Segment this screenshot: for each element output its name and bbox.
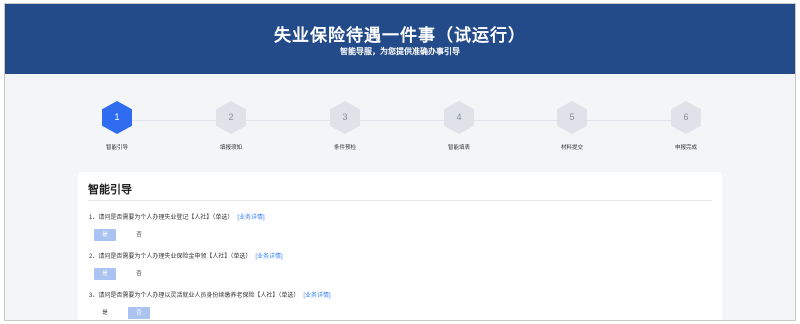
- step-3-badge: 3: [330, 101, 360, 134]
- step-5-label: 材料提交: [560, 145, 583, 151]
- question-1-text: 1、请问是否需要为个人办理失业登记【人社】（单选）: [89, 215, 234, 221]
- step-6[interactable]: 6 申报完成: [656, 101, 716, 151]
- step-2[interactable]: 2 填报须知: [201, 101, 261, 151]
- question-3-detail-link[interactable]: [业务详情]: [303, 293, 330, 299]
- step-4-badge: 4: [444, 101, 474, 134]
- step-4[interactable]: 4 智能填表: [429, 101, 489, 151]
- divider: [88, 200, 712, 201]
- page-frame: 失业保险待遇一件事（试运行） 智能导服，为您提供准确办事引导 1 智能引导 2 …: [4, 3, 796, 321]
- question-1-detail-link[interactable]: [业务详情]: [237, 215, 264, 221]
- question-3-text: 3、请问是否需要为个人办理以灵活就业人员身份续缴养老保险【人社】（单选）: [89, 293, 300, 299]
- step-1-badge: 1: [102, 101, 132, 134]
- question-3: 3、请问是否需要为个人办理以灵活就业人员身份续缴养老保险【人社】（单选） [业务详…: [89, 290, 331, 299]
- step-6-badge: 6: [671, 101, 701, 134]
- step-1-label: 智能引导: [105, 145, 128, 151]
- question-3-option-yes[interactable]: 是: [94, 307, 116, 319]
- question-2-text: 2、请问是否需要为个人办理失业保险金申领【人社】（单选）: [89, 254, 252, 260]
- question-3-option-no[interactable]: 否: [128, 307, 150, 319]
- guide-card: 智能引导 1、请问是否需要为个人办理失业登记【人社】（单选） [业务详情] 是 否…: [78, 172, 722, 320]
- step-5-badge: 5: [557, 101, 587, 134]
- question-2-detail-link[interactable]: [业务详情]: [255, 254, 282, 260]
- question-2: 2、请问是否需要为个人办理失业保险金申领【人社】（单选） [业务详情]: [89, 251, 283, 260]
- page-title: 失业保险待遇一件事（试运行）: [274, 26, 526, 45]
- step-3[interactable]: 3 条件预检: [315, 101, 375, 151]
- page-subtitle: 智能导服，为您提供准确办事引导: [340, 47, 460, 56]
- step-4-label: 智能填表: [447, 145, 470, 151]
- step-2-badge: 2: [216, 101, 246, 134]
- guide-title: 智能引导: [88, 184, 132, 196]
- question-1: 1、请问是否需要为个人办理失业登记【人社】（单选） [业务详情]: [89, 212, 265, 221]
- step-5[interactable]: 5 材料提交: [542, 101, 602, 151]
- question-2-option-no[interactable]: 否: [128, 268, 150, 280]
- step-2-label: 填报须知: [219, 145, 242, 151]
- question-2-option-yes[interactable]: 是: [94, 268, 116, 280]
- progress-steps: 1 智能引导 2 填报须知 3 条件预检 4 智能填表 5 材料提交 6 申报完…: [5, 74, 795, 169]
- step-3-label: 条件预检: [333, 145, 356, 151]
- question-1-option-no[interactable]: 否: [128, 229, 150, 241]
- question-1-option-yes[interactable]: 是: [94, 229, 116, 241]
- header-banner: 失业保险待遇一件事（试运行） 智能导服，为您提供准确办事引导: [5, 4, 795, 74]
- step-1[interactable]: 1 智能引导: [87, 101, 147, 151]
- step-6-label: 申报完成: [674, 145, 697, 151]
